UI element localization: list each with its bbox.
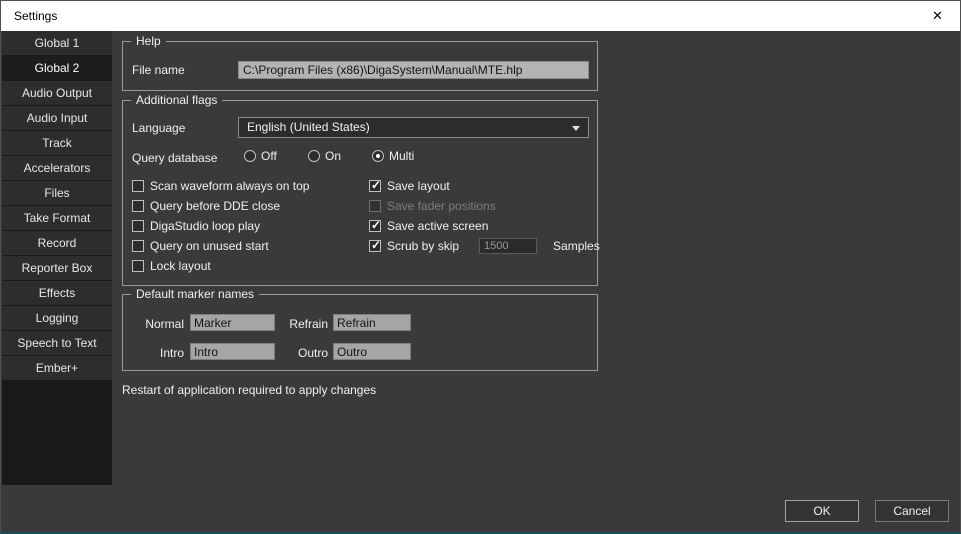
checkbox-icon <box>369 180 381 192</box>
checkbox-column-left: Scan waveform always on top Query before… <box>132 179 309 272</box>
language-dropdown[interactable]: English (United States) <box>238 117 589 138</box>
checkbox-label: DigaStudio loop play <box>150 219 260 233</box>
chevron-down-icon <box>572 126 580 131</box>
radio-icon <box>244 150 256 162</box>
outro-marker-label: Outro <box>278 346 328 360</box>
checkbox-icon <box>132 240 144 252</box>
checkbox-icon <box>132 220 144 232</box>
file-name-input[interactable] <box>238 61 589 79</box>
checkbox-save-fader-positions: Save fader positions <box>369 199 600 212</box>
default-marker-names-title: Default marker names <box>131 287 259 301</box>
checkbox-label: Query before DDE close <box>150 199 280 213</box>
radio-label: Off <box>261 149 277 163</box>
samples-unit-label: Samples <box>553 239 600 253</box>
refrain-marker-input[interactable] <box>333 314 411 331</box>
normal-marker-label: Normal <box>132 317 184 331</box>
checkbox-icon <box>369 240 381 252</box>
checkbox-lock-layout[interactable]: Lock layout <box>132 259 309 272</box>
query-database-radio-group: Off On Multi <box>244 149 474 163</box>
checkbox-label: Scrub by skip <box>387 239 459 253</box>
sidebar-item-record[interactable]: Record <box>2 231 112 256</box>
refrain-marker-label: Refrain <box>278 317 328 331</box>
checkbox-label: Save active screen <box>387 219 488 233</box>
window-title: Settings <box>14 1 57 31</box>
checkbox-column-right: Save layout Save fader positions Save ac… <box>369 179 600 252</box>
language-selected-value: English (United States) <box>247 118 370 137</box>
sidebar-item-logging[interactable]: Logging <box>2 306 112 331</box>
radio-icon <box>308 150 320 162</box>
intro-marker-input[interactable] <box>190 343 275 360</box>
checkbox-icon <box>369 200 381 212</box>
query-database-label: Query database <box>132 151 217 165</box>
checkbox-query-before-dde-close[interactable]: Query before DDE close <box>132 199 309 212</box>
radio-label: Multi <box>389 149 414 163</box>
sidebar-item-global-1[interactable]: Global 1 <box>2 31 112 56</box>
checkbox-label: Query on unused start <box>150 239 269 253</box>
cancel-button[interactable]: Cancel <box>875 500 949 522</box>
checkbox-label: Lock layout <box>150 259 211 273</box>
checkbox-icon <box>132 260 144 272</box>
additional-flags-title: Additional flags <box>131 93 222 107</box>
radio-icon <box>372 150 384 162</box>
radio-label: On <box>325 149 341 163</box>
ok-button[interactable]: OK <box>785 500 859 522</box>
checkbox-digastudio-loop-play[interactable]: DigaStudio loop play <box>132 219 309 232</box>
restart-required-note: Restart of application required to apply… <box>122 383 376 397</box>
close-icon[interactable]: ✕ <box>915 1 960 31</box>
intro-marker-label: Intro <box>132 346 184 360</box>
help-group: Help File name <box>122 41 598 91</box>
sidebar-item-audio-output[interactable]: Audio Output <box>2 81 112 106</box>
sidebar-item-ember[interactable]: Ember+ <box>2 356 112 381</box>
additional-flags-group: Additional flags Language English (Unite… <box>122 100 598 286</box>
sidebar-item-track[interactable]: Track <box>2 131 112 156</box>
checkbox-query-on-unused-start[interactable]: Query on unused start <box>132 239 309 252</box>
checkbox-label: Save layout <box>387 179 450 193</box>
outro-marker-input[interactable] <box>333 343 411 360</box>
settings-dialog: Settings ✕ Global 1 Global 2 Audio Outpu… <box>0 0 961 534</box>
checkbox-scrub-by-skip[interactable]: Scrub by skip Samples <box>369 239 600 252</box>
sidebar-item-accelerators[interactable]: Accelerators <box>2 156 112 181</box>
checkbox-icon <box>132 180 144 192</box>
sidebar-item-effects[interactable]: Effects <box>2 281 112 306</box>
checkbox-save-active-screen[interactable]: Save active screen <box>369 219 600 232</box>
checkbox-icon <box>369 220 381 232</box>
file-name-label: File name <box>132 63 185 77</box>
checkbox-icon <box>132 200 144 212</box>
radio-query-off[interactable]: Off <box>244 149 277 163</box>
radio-query-multi[interactable]: Multi <box>372 149 414 163</box>
language-label: Language <box>132 121 185 135</box>
sidebar-item-global-2[interactable]: Global 2 <box>2 56 112 81</box>
normal-marker-input[interactable] <box>190 314 275 331</box>
default-marker-names-group: Default marker names Normal Refrain Intr… <box>122 294 598 371</box>
checkbox-label: Scan waveform always on top <box>150 179 309 193</box>
checkbox-save-layout[interactable]: Save layout <box>369 179 600 192</box>
sidebar-item-take-format[interactable]: Take Format <box>2 206 112 231</box>
help-group-title: Help <box>131 34 166 48</box>
sidebar-item-speech-to-text[interactable]: Speech to Text <box>2 331 112 356</box>
sidebar: Global 1 Global 2 Audio Output Audio Inp… <box>2 31 112 485</box>
sidebar-item-audio-input[interactable]: Audio Input <box>2 106 112 131</box>
sidebar-item-files[interactable]: Files <box>2 181 112 206</box>
checkbox-label: Save fader positions <box>387 199 496 213</box>
checkbox-scan-waveform-always-on-top[interactable]: Scan waveform always on top <box>132 179 309 192</box>
radio-query-on[interactable]: On <box>308 149 341 163</box>
titlebar[interactable]: Settings ✕ <box>1 1 960 31</box>
sidebar-item-reporter-box[interactable]: Reporter Box <box>2 256 112 281</box>
scrub-samples-input[interactable] <box>479 238 537 254</box>
